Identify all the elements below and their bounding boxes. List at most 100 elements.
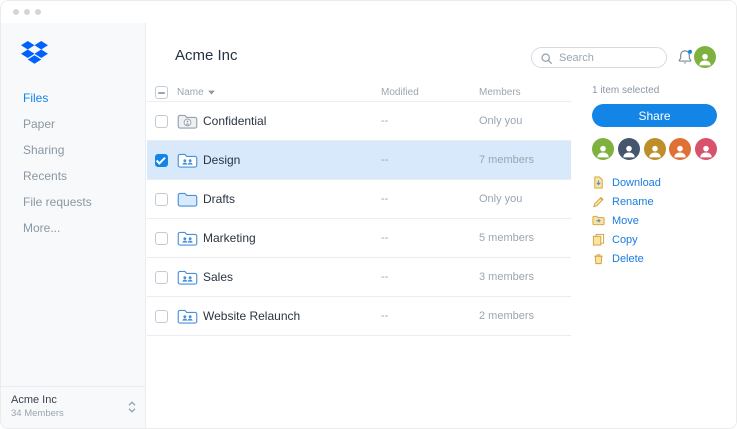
sidebar-item-recents[interactable]: Recents (1, 163, 145, 189)
selection-status: 1 item selected (592, 85, 660, 96)
action-label: Copy (612, 233, 638, 246)
file-modified: -- (381, 271, 389, 283)
table-header: Name Modified Members (147, 86, 571, 102)
person-icon (595, 143, 611, 159)
table-row[interactable]: Design -- 7 members (147, 141, 571, 180)
action-label: Move (612, 214, 639, 227)
action-delete[interactable]: Delete (592, 249, 717, 268)
chevron-up-down-icon (127, 399, 137, 415)
member-avatar[interactable] (592, 138, 614, 160)
sidebar: Files Paper Sharing Recents File request… (1, 23, 146, 428)
folder-private-icon (177, 113, 203, 130)
file-members: 7 members (479, 154, 535, 166)
file-members: Only you (479, 115, 523, 127)
rename-icon (592, 195, 605, 208)
user-avatar[interactable] (694, 46, 716, 68)
table-row[interactable]: Website Relaunch -- 2 members (147, 297, 571, 336)
file-table: Name Modified Members Confidential -- On… (147, 86, 571, 336)
row-checkbox[interactable] (155, 192, 168, 206)
dropbox-logo-icon (21, 41, 48, 64)
file-modified: -- (381, 310, 389, 322)
main-content: Acme Inc Name Modified Members Conf (147, 23, 736, 428)
sidebar-nav: Files Paper Sharing Recents File request… (1, 85, 145, 241)
column-header-name-label: Name (177, 87, 204, 98)
window-control-dot[interactable] (13, 9, 19, 15)
copy-icon (592, 233, 605, 246)
team-name: Acme Inc (11, 394, 57, 406)
file-modified: -- (381, 193, 389, 205)
table-row[interactable]: Marketing -- 5 members (147, 219, 571, 258)
file-members: 3 members (479, 271, 535, 283)
action-copy[interactable]: Copy (592, 230, 717, 249)
search-box[interactable] (531, 47, 667, 68)
member-avatar[interactable] (643, 138, 666, 160)
team-members-count: 34 Members (11, 408, 64, 419)
column-header-members[interactable]: Members (479, 87, 571, 98)
app-window: Files Paper Sharing Recents File request… (0, 0, 737, 429)
sidebar-item-files[interactable]: Files (1, 85, 145, 111)
member-avatar[interactable] (669, 138, 692, 160)
action-label: Download (612, 176, 661, 189)
share-button[interactable]: Share (592, 104, 717, 127)
search-input[interactable] (557, 49, 660, 66)
person-icon (697, 51, 713, 67)
sidebar-item-file-requests[interactable]: File requests (1, 189, 145, 215)
page-title: Acme Inc (175, 47, 238, 64)
file-modified: -- (381, 154, 389, 166)
file-name: Sales (203, 270, 234, 284)
folder-shared-icon (177, 152, 203, 169)
sidebar-item-more[interactable]: More... (1, 215, 145, 241)
action-label: Rename (612, 195, 654, 208)
file-modified: -- (381, 115, 389, 127)
window-titlebar (1, 1, 736, 23)
sidebar-item-sharing[interactable]: Sharing (1, 137, 145, 163)
search-icon (540, 52, 553, 65)
member-avatar[interactable] (695, 138, 717, 160)
person-icon (621, 143, 637, 159)
sort-caret-icon (208, 90, 215, 95)
table-row[interactable]: Sales -- 3 members (147, 258, 571, 297)
row-checkbox[interactable] (155, 309, 168, 323)
select-all-checkbox[interactable] (155, 86, 168, 99)
row-checkbox[interactable] (155, 153, 168, 167)
window-control-dot[interactable] (35, 9, 41, 15)
row-checkbox[interactable] (155, 114, 168, 128)
person-icon (698, 143, 714, 159)
action-rename[interactable]: Rename (592, 192, 717, 211)
row-checkbox[interactable] (155, 270, 168, 284)
file-name: Marketing (203, 231, 256, 245)
person-icon (672, 143, 688, 159)
table-row[interactable]: Confidential -- Only you (147, 102, 571, 141)
member-avatars (592, 138, 717, 160)
person-icon (647, 143, 663, 159)
file-members: 5 members (479, 232, 535, 244)
team-selector[interactable]: Acme Inc 34 Members (1, 386, 145, 428)
folder-icon (177, 191, 203, 208)
column-header-modified[interactable]: Modified (381, 87, 479, 98)
table-row[interactable]: Drafts -- Only you (147, 180, 571, 219)
details-panel: 1 item selected Share Download Rename Mo… (592, 85, 717, 268)
member-avatar[interactable] (617, 138, 640, 160)
sidebar-item-paper[interactable]: Paper (1, 111, 145, 137)
delete-icon (592, 252, 605, 265)
file-modified: -- (381, 232, 389, 244)
bell-icon[interactable] (676, 48, 694, 66)
row-checkbox[interactable] (155, 231, 168, 245)
folder-shared-icon (177, 230, 203, 247)
file-name: Confidential (203, 114, 267, 128)
folder-shared-icon (177, 308, 203, 325)
column-header-name[interactable]: Name (177, 87, 381, 98)
folder-shared-icon (177, 269, 203, 286)
move-icon (592, 214, 605, 227)
file-name: Website Relaunch (203, 309, 301, 323)
file-name: Design (203, 153, 241, 167)
file-members: 2 members (479, 310, 535, 322)
action-download[interactable]: Download (592, 173, 717, 192)
file-members: Only you (479, 193, 523, 205)
download-icon (592, 176, 605, 189)
action-move[interactable]: Move (592, 211, 717, 230)
file-name: Drafts (203, 192, 236, 206)
action-label: Delete (612, 252, 644, 265)
window-control-dot[interactable] (24, 9, 30, 15)
file-actions: Download Rename Move Copy Delete (592, 173, 717, 268)
